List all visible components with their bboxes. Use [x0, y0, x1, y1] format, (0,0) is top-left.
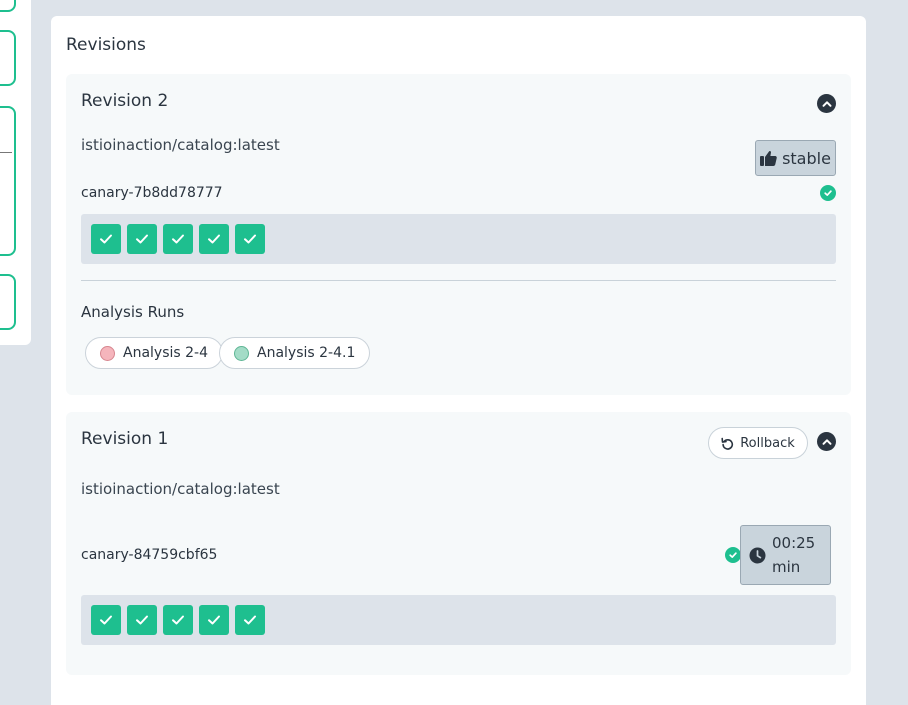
pod-status[interactable]	[235, 224, 265, 254]
replicaset-name: canary-7b8dd78777	[81, 185, 223, 201]
check-icon	[100, 234, 112, 244]
check-icon	[136, 615, 148, 625]
left-card[interactable]	[0, 0, 16, 12]
revision-card: Revision 2 istioinaction/catalog:latest …	[66, 74, 851, 395]
rollback-label: Rollback	[740, 435, 795, 451]
pods-bar	[81, 214, 836, 264]
check-icon	[208, 615, 220, 625]
left-card[interactable]	[0, 274, 16, 330]
panel-title: Revisions	[66, 35, 146, 55]
analysis-run-chip[interactable]: Analysis 2-4.1	[219, 337, 371, 369]
timer-unit: min	[772, 558, 801, 576]
timer-value: 00:25	[772, 534, 816, 552]
check-icon	[100, 615, 112, 625]
chevron-up-icon	[822, 438, 831, 445]
image-name: istioinaction/catalog:latest	[81, 480, 280, 498]
timer-text: 00:25 min	[772, 531, 816, 579]
left-card[interactable]	[0, 30, 16, 86]
pod-status[interactable]	[163, 224, 193, 254]
check-icon	[172, 234, 184, 244]
rollback-button[interactable]: Rollback	[708, 427, 808, 459]
pods-bar	[81, 595, 836, 645]
check-icon	[172, 615, 184, 625]
status-dot	[234, 345, 249, 361]
stable-label: stable	[782, 148, 831, 168]
check-icon	[244, 615, 256, 625]
replicaset-name: canary-84759cbf65	[81, 547, 218, 563]
analysis-run-label: Analysis 2-4	[123, 345, 208, 361]
timer-badge: 00:25 min	[740, 525, 831, 585]
divider	[81, 280, 836, 281]
undo-icon	[721, 437, 734, 450]
left-card[interactable]	[0, 106, 16, 256]
collapse-button[interactable]	[817, 94, 836, 113]
check-icon	[208, 234, 220, 244]
check-icon	[244, 234, 256, 244]
chevron-up-icon	[822, 100, 831, 107]
pod-status[interactable]	[127, 224, 157, 254]
analysis-run-chip[interactable]: Analysis 2-4	[85, 337, 223, 369]
pod-status[interactable]	[199, 605, 229, 635]
stable-badge: stable	[755, 140, 836, 176]
revision-card: Revision 1 Rollback istioinaction/catalo…	[66, 412, 851, 675]
check-circle-icon	[820, 185, 836, 201]
pod-status[interactable]	[91, 605, 121, 635]
analysis-run-label: Analysis 2-4.1	[257, 345, 356, 361]
clock-icon	[749, 547, 766, 563]
pod-status[interactable]	[199, 224, 229, 254]
image-name: istioinaction/catalog:latest	[81, 136, 280, 154]
pod-status[interactable]	[127, 605, 157, 635]
pod-status[interactable]	[235, 605, 265, 635]
pod-status[interactable]	[91, 224, 121, 254]
status-dot	[100, 345, 115, 361]
revisions-panel: Revisions Revision 2 istioinaction/catal…	[51, 16, 866, 705]
revision-title: Revision 2	[81, 91, 169, 111]
pod-status[interactable]	[163, 605, 193, 635]
left-panel	[0, 0, 31, 345]
check-icon	[136, 234, 148, 244]
left-divider	[0, 152, 12, 153]
revision-title: Revision 1	[81, 429, 169, 449]
check-circle-icon	[725, 547, 741, 563]
analysis-runs-title: Analysis Runs	[81, 303, 185, 321]
thumbs-up-icon	[760, 151, 777, 166]
collapse-button[interactable]	[817, 432, 836, 451]
